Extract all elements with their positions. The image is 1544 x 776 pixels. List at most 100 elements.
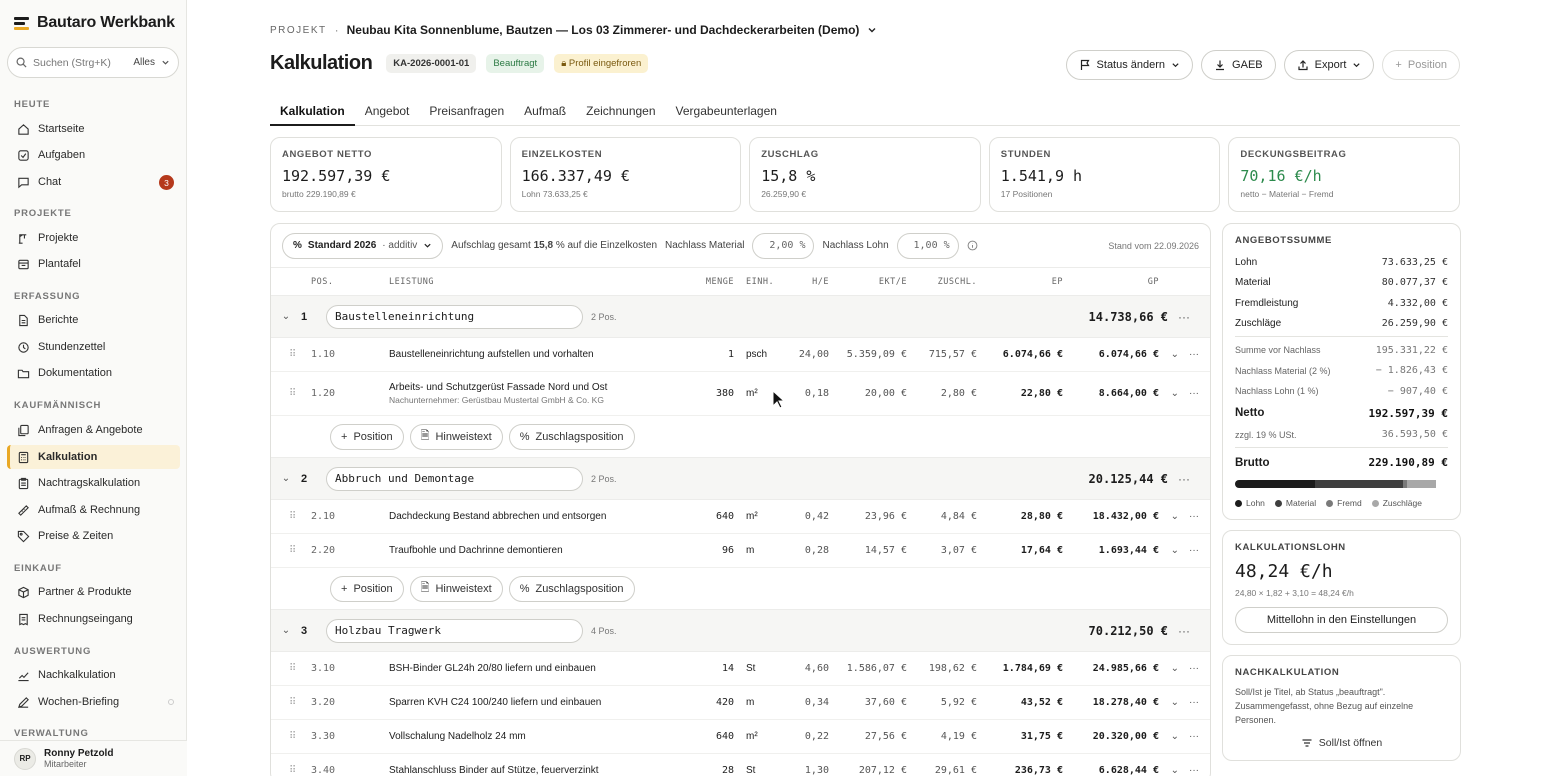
drag-handle-icon[interactable]: ⠿ bbox=[271, 765, 311, 776]
more-icon[interactable]: ··· bbox=[1189, 697, 1199, 708]
sidebar-item-aufgaben[interactable]: Aufgaben bbox=[7, 143, 180, 167]
surcharge-profile-select[interactable]: % Standard 2026 · additiv bbox=[282, 232, 444, 259]
tab-aufmass[interactable]: Aufmaß bbox=[514, 102, 576, 126]
row-he[interactable]: 0,22 bbox=[789, 731, 829, 742]
tab-vergabeunterlagen[interactable]: Vergabeunterlagen bbox=[666, 102, 787, 126]
sidebar-item-projekte[interactable]: Projekte bbox=[7, 226, 180, 250]
row-menge[interactable]: 640 bbox=[669, 511, 734, 522]
chevron-down-icon[interactable]: ⌄ bbox=[1171, 388, 1179, 399]
table-row[interactable]: ⠿ 2.20 Traufbohle und Dachrinne demontiere… bbox=[271, 534, 1210, 568]
sidebar-item-berichte[interactable]: Berichte bbox=[7, 308, 180, 332]
sidebar-item-plantafel[interactable]: Plantafel bbox=[7, 252, 180, 276]
row-menge[interactable]: 28 bbox=[669, 765, 734, 776]
chevron-down-icon[interactable]: ⌄ bbox=[1171, 731, 1179, 742]
table-group-header[interactable]: ⌄ 3 Holzbau Tragwerk 4 Pos. 70.212,50 € ··· bbox=[271, 610, 1210, 652]
drag-handle-icon[interactable]: ⠿ bbox=[271, 731, 311, 742]
search-input[interactable]: Suchen (Strg+K) Alles bbox=[7, 47, 179, 78]
row-menge[interactable]: 380 bbox=[669, 388, 734, 399]
sidebar-item-chat[interactable]: Chat 3 bbox=[7, 170, 180, 194]
more-icon[interactable]: ··· bbox=[1189, 545, 1199, 556]
table-row[interactable]: ⠿ 3.10 BSH-Binder GL24h 20/80 liefern und … bbox=[271, 652, 1210, 686]
row-menge[interactable]: 420 bbox=[669, 697, 734, 708]
add-position-button[interactable]: + Position bbox=[1382, 50, 1460, 80]
more-icon[interactable]: ··· bbox=[1189, 511, 1199, 522]
info-icon[interactable] bbox=[967, 240, 978, 251]
drag-handle-icon[interactable]: ⠿ bbox=[271, 697, 311, 708]
row-he[interactable]: 0,28 bbox=[789, 545, 829, 556]
sidebar-item-partner-produkte[interactable]: Partner & Produkte bbox=[7, 580, 180, 604]
chevron-down-icon[interactable]: ⌄ bbox=[271, 311, 301, 322]
nachlass-lohn-input[interactable]: 1,00 % bbox=[896, 232, 959, 259]
row-menge[interactable]: 14 bbox=[669, 663, 734, 674]
row-he[interactable]: 4,60 bbox=[789, 663, 829, 674]
row-menge[interactable]: 640 bbox=[669, 731, 734, 742]
sidebar-item-nachkalkulation[interactable]: Nachkalkulation bbox=[7, 663, 180, 687]
table-row[interactable]: ⠿ 3.40 Stahlanschluss Binder auf Stütze, f… bbox=[271, 754, 1210, 776]
row-he[interactable]: 0,42 bbox=[789, 511, 829, 522]
chevron-down-icon[interactable]: ⌄ bbox=[271, 473, 301, 484]
more-icon[interactable]: ··· bbox=[1189, 731, 1199, 742]
table-row[interactable]: ⠿ 1.20 Arbeits- und Schutzgerüst Fassade N… bbox=[271, 372, 1210, 416]
add-position-button[interactable]: + Position bbox=[330, 423, 404, 450]
add-hinweistext-button[interactable]: 🗎︎ Hinweistext bbox=[409, 423, 503, 450]
mittellohn-settings-button[interactable]: Mittellohn in den Einstellungen bbox=[1235, 607, 1448, 633]
more-icon[interactable]: ··· bbox=[1178, 472, 1210, 486]
tab-zeichnungen[interactable]: Zeichnungen bbox=[576, 102, 665, 126]
chevron-down-icon[interactable]: ⌄ bbox=[1171, 697, 1179, 708]
user-profile[interactable]: RP Ronny Petzold Mitarbeiter bbox=[0, 740, 187, 776]
group-name-input[interactable]: Holzbau Tragwerk bbox=[326, 618, 583, 643]
more-icon[interactable]: ··· bbox=[1178, 310, 1210, 324]
drag-handle-icon[interactable]: ⠿ bbox=[271, 545, 311, 556]
group-name-input[interactable]: Abbruch und Demontage bbox=[326, 466, 583, 491]
chevron-down-icon[interactable]: ⌄ bbox=[1171, 545, 1179, 556]
drag-handle-icon[interactable]: ⠿ bbox=[271, 511, 311, 522]
sidebar-item-anfragen-angebote[interactable]: Anfragen & Angebote bbox=[7, 418, 180, 442]
drag-handle-icon[interactable]: ⠿ bbox=[271, 663, 311, 674]
chevron-down-icon[interactable]: ⌄ bbox=[271, 625, 301, 636]
add-hinweistext-button[interactable]: 🗎︎ Hinweistext bbox=[409, 575, 503, 602]
chevron-down-icon[interactable]: ⌄ bbox=[1171, 349, 1179, 360]
more-icon[interactable]: ··· bbox=[1189, 765, 1199, 776]
add-zuschlagsposition-button[interactable]: % Zuschlagsposition bbox=[508, 575, 635, 602]
soll-ist-link[interactable]: Soll/Ist öffnen bbox=[1235, 737, 1448, 749]
row-he[interactable]: 24,00 bbox=[789, 349, 829, 360]
sidebar-item-dokumentation[interactable]: Dokumentation bbox=[7, 361, 180, 385]
row-menge[interactable]: 1 bbox=[669, 349, 734, 360]
drag-handle-icon[interactable]: ⠿ bbox=[271, 388, 311, 399]
tab-kalkulation[interactable]: Kalkulation bbox=[270, 102, 355, 126]
brand-logo[interactable]: Bautaro Werkbank bbox=[14, 14, 175, 32]
project-selector[interactable]: Neubau Kita Sonnenblume, Bautzen — Los 0… bbox=[347, 23, 860, 37]
row-he[interactable]: 0,34 bbox=[789, 697, 829, 708]
chevron-down-icon[interactable]: ⌄ bbox=[1171, 511, 1179, 522]
row-he[interactable]: 0,18 bbox=[789, 388, 829, 399]
table-group-header[interactable]: ⌄ 1 Baustelleneinrichtung 2 Pos. 14.738,66 €… bbox=[271, 296, 1210, 338]
sidebar-item-aufmass-rechnung[interactable]: Aufmaß & Rechnung bbox=[7, 498, 180, 522]
more-icon[interactable]: ··· bbox=[1189, 388, 1199, 399]
sidebar-item-stundenzettel[interactable]: Stundenzettel bbox=[7, 335, 180, 359]
more-icon[interactable]: ··· bbox=[1189, 663, 1199, 674]
chevron-down-icon[interactable]: ⌄ bbox=[1171, 765, 1179, 776]
row-menge[interactable]: 96 bbox=[669, 545, 734, 556]
sidebar-item-wochen-briefing[interactable]: Wochen-Briefing bbox=[7, 690, 180, 714]
sidebar-item-preise-zeiten[interactable]: Preise & Zeiten bbox=[7, 524, 180, 548]
tab-angebot[interactable]: Angebot bbox=[355, 102, 420, 126]
group-name-input[interactable]: Baustelleneinrichtung bbox=[326, 304, 583, 329]
more-icon[interactable]: ··· bbox=[1189, 349, 1199, 360]
table-row[interactable]: ⠿ 1.10 Baustelleneinrichtung aufstellen un… bbox=[271, 338, 1210, 372]
add-position-button[interactable]: + Position bbox=[330, 575, 404, 602]
sidebar-item-rechnungseingang[interactable]: Rechnungseingang bbox=[7, 607, 180, 631]
sidebar-item-startseite[interactable]: Startseite bbox=[7, 117, 180, 141]
chevron-down-icon[interactable]: ⌄ bbox=[1171, 663, 1179, 674]
drag-handle-icon[interactable]: ⠿ bbox=[271, 349, 311, 360]
table-row[interactable]: ⠿ 3.30 Vollschalung Nadelholz 24 mm 640 m² 0,… bbox=[271, 720, 1210, 754]
table-group-header[interactable]: ⌄ 2 Abbruch und Demontage 2 Pos. 20.125,44 €… bbox=[271, 458, 1210, 500]
sidebar-item-nachtragskalkulation[interactable]: Nachtragskalkulation bbox=[7, 471, 180, 495]
table-row[interactable]: ⠿ 2.10 Dachdeckung Bestand abbrechen und e… bbox=[271, 500, 1210, 534]
row-he[interactable]: 1,30 bbox=[789, 765, 829, 776]
gaeb-button[interactable]: GAEB bbox=[1201, 50, 1276, 80]
search-scope-select[interactable]: Alles bbox=[133, 57, 155, 68]
nachlass-material-input[interactable]: 2,00 % bbox=[752, 232, 815, 259]
add-zuschlagsposition-button[interactable]: % Zuschlagsposition bbox=[508, 423, 635, 450]
sidebar-item-kalkulation[interactable]: Kalkulation bbox=[7, 445, 180, 469]
table-row[interactable]: ⠿ 3.20 Sparren KVH C24 100/240 liefern und… bbox=[271, 686, 1210, 720]
